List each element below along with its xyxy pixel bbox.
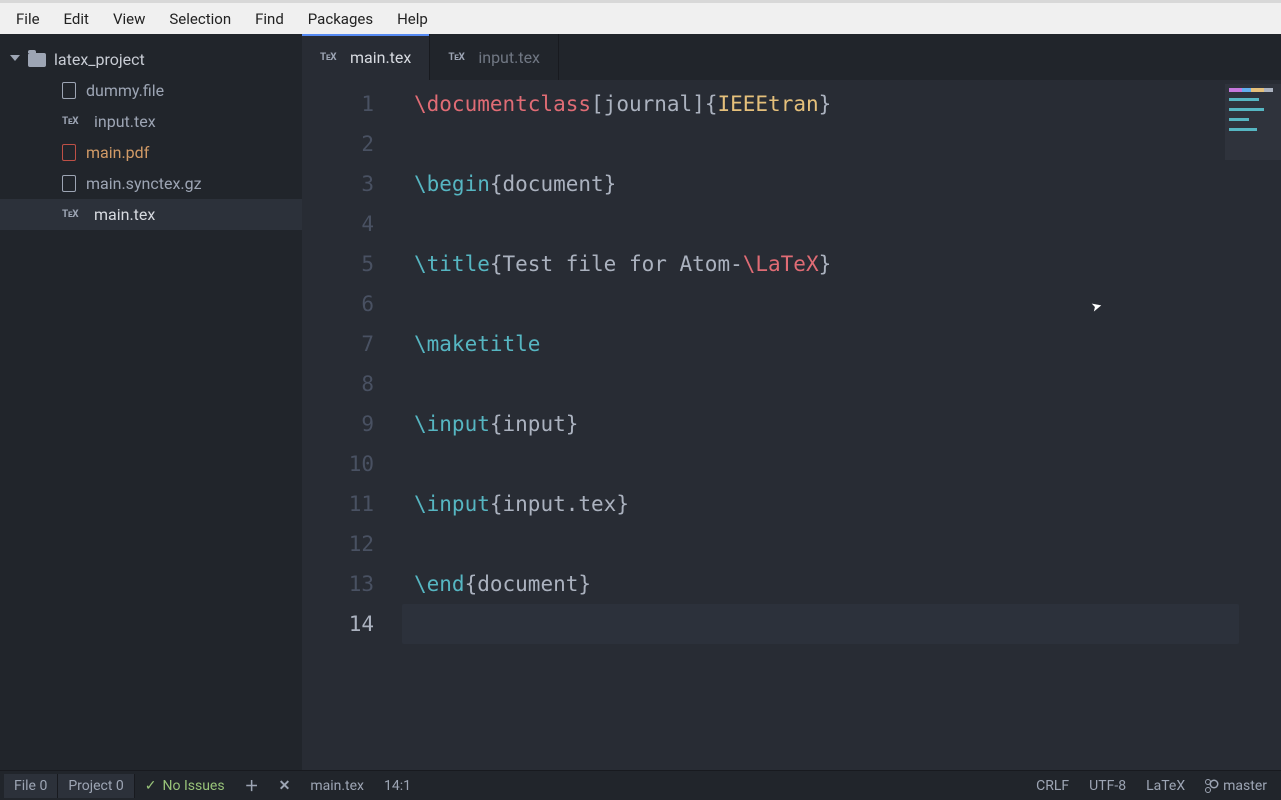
tab-main-tex[interactable]: TᴇX main.tex xyxy=(302,34,430,80)
file-label: main.tex xyxy=(94,205,155,224)
status-bar: File 0 Project 0 ✓ No Issues ＋ ✕ main.te… xyxy=(0,770,1281,800)
line-number: 1 xyxy=(302,84,374,124)
root-folder-label: latex_project xyxy=(54,50,145,69)
chevron-down-icon xyxy=(10,55,20,65)
line-number: 10 xyxy=(302,444,374,484)
line-number: 2 xyxy=(302,124,374,164)
code-line: \documentclass[journal]{IEEEtran} xyxy=(414,84,1281,124)
menu-selection[interactable]: Selection xyxy=(157,4,243,34)
code-line xyxy=(414,204,1281,244)
workspace: latex_project dummy.file TᴇX input.tex main… xyxy=(0,34,1281,770)
line-number: 6 xyxy=(302,284,374,324)
plus-icon: ＋ xyxy=(245,776,259,796)
code-line: \begin{document} xyxy=(414,164,1281,204)
tab-label: input.tex xyxy=(478,48,540,67)
status-project-diff[interactable]: Project 0 xyxy=(58,774,134,798)
code-line xyxy=(414,444,1281,484)
tree-file-input-tex[interactable]: TᴇX input.tex xyxy=(0,106,302,137)
menu-find[interactable]: Find xyxy=(243,4,296,34)
status-cursor-position[interactable]: 14:1 xyxy=(374,774,421,798)
editor-body[interactable]: 1234567891011121314 \documentclass[journ… xyxy=(302,80,1281,770)
line-number: 5 xyxy=(302,244,374,284)
status-file-diff[interactable]: File 0 xyxy=(4,774,58,798)
line-number: 12 xyxy=(302,524,374,564)
status-close-button[interactable]: ✕ xyxy=(269,774,301,798)
pdf-icon xyxy=(62,144,76,161)
tree-file-main-pdf[interactable]: main.pdf xyxy=(0,137,302,168)
line-number: 13 xyxy=(302,564,374,604)
status-git-branch[interactable]: master xyxy=(1195,774,1277,798)
tree-file-main-synctex-gz[interactable]: main.synctex.gz xyxy=(0,168,302,199)
code-line: \input{input} xyxy=(414,404,1281,444)
status-filename[interactable]: main.tex xyxy=(300,774,374,798)
line-number: 14 xyxy=(302,604,374,644)
line-number: 8 xyxy=(302,364,374,404)
check-icon: ✓ xyxy=(145,778,157,794)
tex-icon: TᴇX xyxy=(320,52,342,63)
menu-bar: FileEditViewSelectionFindPackagesHelp xyxy=(0,0,1281,34)
code-line xyxy=(414,124,1281,164)
editor-pane: TᴇXmain.texTᴇXinput.tex 1234567891011121… xyxy=(302,34,1281,770)
menu-file[interactable]: File xyxy=(4,4,52,34)
archive-icon xyxy=(62,175,76,192)
code-line xyxy=(414,284,1281,324)
code-line: \input{input.tex} xyxy=(414,484,1281,524)
line-number: 11 xyxy=(302,484,374,524)
status-encoding[interactable]: UTF-8 xyxy=(1079,774,1136,798)
folder-icon xyxy=(28,53,46,67)
line-number: 4 xyxy=(302,204,374,244)
tree-root-folder[interactable]: latex_project xyxy=(0,44,302,75)
git-branch-icon xyxy=(1205,779,1217,793)
code-line: \title{Test file for Atom-\LaTeX} xyxy=(414,244,1281,284)
file-label: input.tex xyxy=(94,112,156,131)
status-add-button[interactable]: ＋ xyxy=(235,772,269,800)
status-eol[interactable]: CRLF xyxy=(1026,774,1079,798)
cursor-line-highlight xyxy=(402,604,1239,644)
file-icon xyxy=(62,82,76,99)
line-number: 7 xyxy=(302,324,374,364)
tree-file-main-tex[interactable]: TᴇX main.tex xyxy=(0,199,302,230)
tab-bar: TᴇX main.tex TᴇX input.tex xyxy=(302,34,1281,80)
code-line xyxy=(414,524,1281,564)
file-label: main.synctex.gz xyxy=(86,174,202,193)
line-number: 9 xyxy=(302,404,374,444)
code-line: \end{document} xyxy=(414,564,1281,604)
menu-packages[interactable]: Packages xyxy=(296,4,385,34)
tab-input-tex[interactable]: TᴇX input.tex xyxy=(430,34,559,80)
code-line: \maketitle xyxy=(414,324,1281,364)
file-label: dummy.file xyxy=(86,81,164,100)
line-number: 3 xyxy=(302,164,374,204)
tex-icon: TᴇX xyxy=(62,209,84,220)
menu-edit[interactable]: Edit xyxy=(52,4,101,34)
file-label: main.pdf xyxy=(86,143,149,162)
x-icon: ✕ xyxy=(279,778,291,794)
tex-icon: TᴇX xyxy=(62,116,84,127)
status-no-issues[interactable]: ✓ No Issues xyxy=(135,774,235,798)
tex-icon: TᴇX xyxy=(448,52,470,63)
file-tree-sidebar: latex_project dummy.file TᴇX input.tex main… xyxy=(0,34,302,770)
code-area[interactable]: \documentclass[journal]{IEEEtran} \begin{… xyxy=(402,80,1281,770)
tab-label: main.tex xyxy=(350,48,411,67)
tree-file-dummy-file[interactable]: dummy.file xyxy=(0,75,302,106)
menu-help[interactable]: Help xyxy=(385,4,440,34)
status-grammar[interactable]: LaTeX xyxy=(1136,774,1195,798)
minimap[interactable] xyxy=(1225,84,1281,160)
code-line xyxy=(414,364,1281,404)
line-number-gutter: 1234567891011121314 xyxy=(302,80,402,770)
menu-view[interactable]: View xyxy=(101,4,157,34)
